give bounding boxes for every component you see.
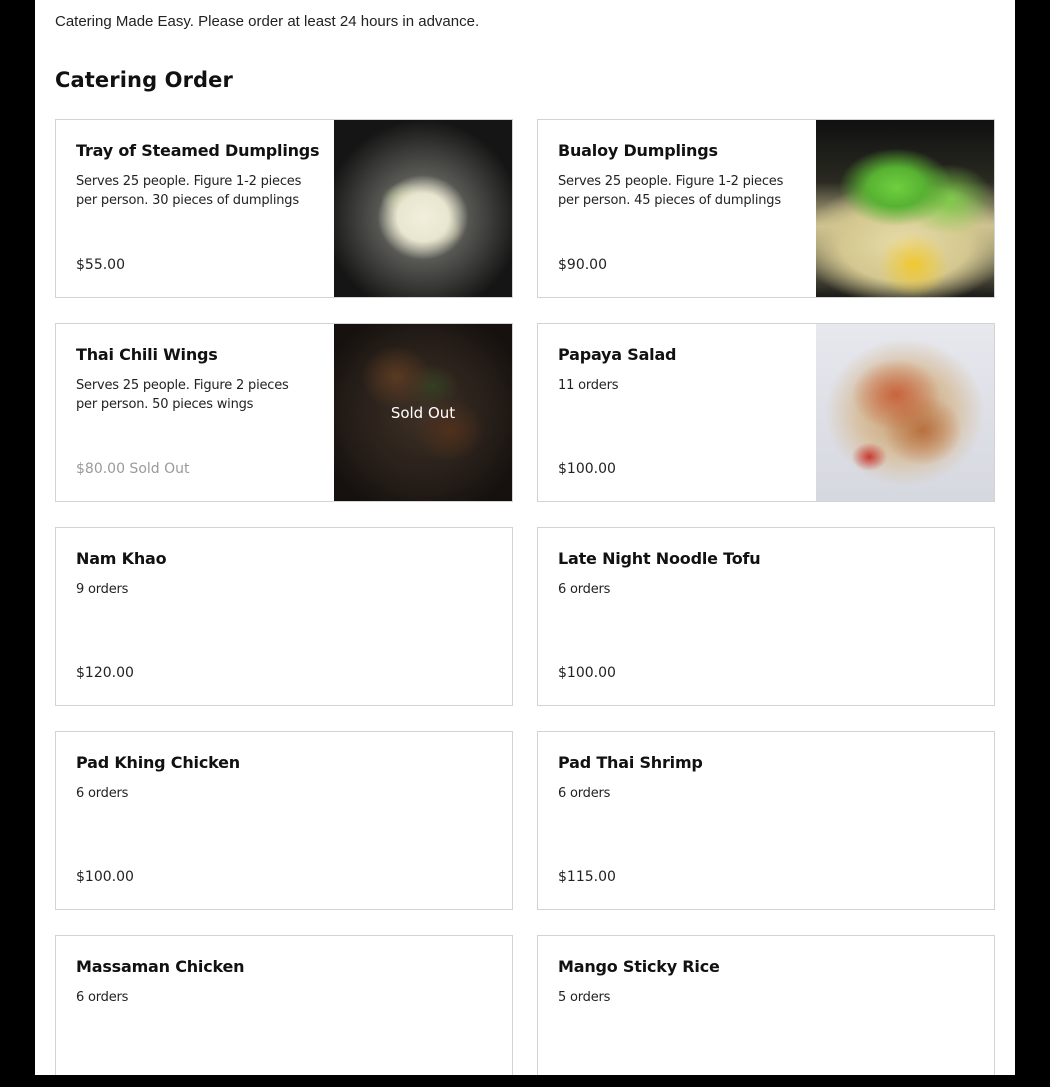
menu-item-description: 6 orders — [76, 990, 129, 1005]
menu-item-description: 6 orders — [76, 786, 129, 801]
menu-item-card[interactable]: Massaman Chicken 6 orders — [55, 935, 513, 1075]
menu-item-description: 9 orders — [76, 582, 129, 597]
menu-item-name: Tray of Steamed Dumplings — [76, 141, 320, 160]
menu-item-description: 11 orders — [558, 378, 619, 393]
menu-item-card[interactable]: Pad Khing Chicken 6 orders $100.00 — [55, 731, 513, 910]
menu-item-name: Nam Khao — [76, 549, 167, 568]
menu-item-name: Mango Sticky Rice — [558, 957, 720, 976]
menu-item-image — [334, 120, 512, 297]
menu-item-description: 6 orders — [558, 786, 611, 801]
menu-item-card[interactable]: Pad Thai Shrimp 6 orders $115.00 — [537, 731, 995, 910]
menu-item-description: 6 orders — [558, 582, 611, 597]
menu-item-price: $100.00 — [558, 461, 616, 477]
menu-item-image — [816, 120, 994, 297]
menu-item-price: $90.00 — [558, 257, 607, 273]
sold-out-overlay: Sold Out — [334, 324, 512, 501]
menu-item-name: Late Night Noodle Tofu — [558, 549, 761, 568]
menu-item-name: Bualoy Dumplings — [558, 141, 718, 160]
menu-item-card[interactable]: Tray of Steamed Dumplings Serves 25 peop… — [55, 119, 513, 298]
menu-item-description: Serves 25 people. Figure 2 pieces per pe… — [76, 378, 289, 412]
menu-item-name: Thai Chili Wings — [76, 345, 218, 364]
menu-item-description: Serves 25 people. Figure 1-2 pieces per … — [76, 174, 302, 208]
menu-item-card[interactable]: Nam Khao 9 orders $120.00 — [55, 527, 513, 706]
menu-item-card[interactable]: Late Night Noodle Tofu 6 orders $100.00 — [537, 527, 995, 706]
menu-item-name: Massaman Chicken — [76, 957, 245, 976]
catering-page: Catering Made Easy. Please order at leas… — [35, 0, 1015, 1075]
menu-item-description: Serves 25 people. Figure 1-2 pieces per … — [558, 174, 784, 208]
menu-item-price: $55.00 — [76, 257, 125, 273]
menu-item-image: Sold Out — [334, 324, 512, 501]
menu-item-card-sold-out[interactable]: Thai Chili Wings Serves 25 people. Figur… — [55, 323, 513, 502]
section-title: Catering Order — [55, 68, 233, 92]
menu-item-image — [816, 324, 994, 501]
menu-item-name: Pad Thai Shrimp — [558, 753, 703, 772]
menu-item-price: $100.00 — [558, 665, 616, 681]
menu-item-card[interactable]: Bualoy Dumplings Serves 25 people. Figur… — [537, 119, 995, 298]
menu-item-name: Papaya Salad — [558, 345, 677, 364]
menu-item-name: Pad Khing Chicken — [76, 753, 240, 772]
menu-item-price: $120.00 — [76, 665, 134, 681]
menu-item-description: 5 orders — [558, 990, 611, 1005]
menu-item-card[interactable]: Papaya Salad 11 orders $100.00 — [537, 323, 995, 502]
menu-item-price: $115.00 — [558, 869, 616, 885]
intro-text: Catering Made Easy. Please order at leas… — [55, 13, 480, 30]
menu-item-card[interactable]: Mango Sticky Rice 5 orders — [537, 935, 995, 1075]
menu-item-price: $100.00 — [76, 869, 134, 885]
menu-item-price: $80.00 Sold Out — [76, 461, 190, 477]
